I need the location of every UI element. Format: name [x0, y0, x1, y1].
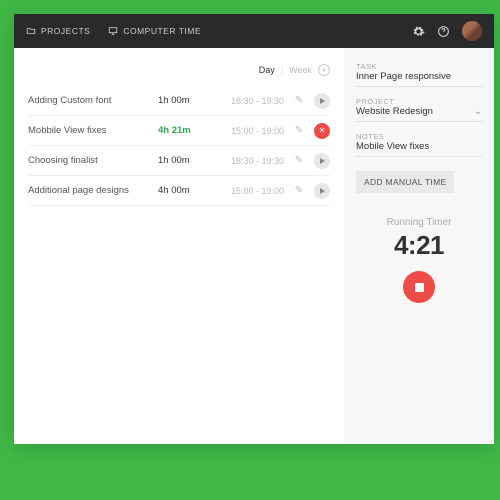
entries-list: Adding Custom font 1h 00m 18:30 - 19:30 …	[28, 86, 330, 206]
notes-group: NOTES Mobile View fixes	[356, 132, 482, 157]
folder-icon	[26, 26, 36, 36]
running-timer-label: Running Timer	[356, 217, 482, 228]
nav-projects[interactable]: PROJECTS	[26, 26, 90, 36]
entry-duration: 4h 00m	[158, 185, 206, 196]
side-panel: TASK Inner Page responsive PROJECT Websi…	[344, 48, 494, 444]
entry-range: 15:00 - 19:00	[214, 186, 284, 196]
pencil-icon[interactable]: ✎	[292, 95, 306, 106]
period-switch: Day | Week +	[28, 64, 330, 76]
app-window: PROJECTS COMPUTER TIME Day |	[14, 14, 494, 444]
entry-range: 18:30 - 19:30	[214, 156, 284, 166]
task-field[interactable]: Inner Page responsive	[356, 71, 482, 87]
pencil-icon[interactable]: ✎	[292, 185, 306, 196]
entry-range: 15:00 - 19:00	[214, 126, 284, 136]
play-button[interactable]	[314, 93, 330, 109]
topbar-nav: PROJECTS COMPUTER TIME	[26, 26, 201, 36]
main-panel: Day | Week + Adding Custom font 1h 00m 1…	[14, 48, 344, 444]
topbar-right	[412, 21, 482, 41]
table-row: Choosing finalist 1h 00m 18:30 - 19:30 ✎	[28, 146, 330, 176]
add-manual-time-button[interactable]: ADD MANUAL TIME	[356, 171, 454, 193]
topbar: PROJECTS COMPUTER TIME	[14, 14, 494, 48]
pencil-icon[interactable]: ✎	[292, 155, 306, 166]
monitor-icon	[108, 26, 118, 36]
notes-label: NOTES	[356, 132, 482, 141]
entry-name: Additional page designs	[28, 185, 150, 196]
notes-field[interactable]: Mobile View fixes	[356, 141, 482, 157]
project-group: PROJECT Website Redesign ⌄	[356, 97, 482, 122]
entry-name: Mobbile View fixes	[28, 125, 150, 136]
entry-duration: 4h 21m	[158, 125, 206, 136]
play-button[interactable]	[314, 153, 330, 169]
table-row: Additional page designs 4h 00m 15:00 - 1…	[28, 176, 330, 206]
nav-computer-time-label: COMPUTER TIME	[123, 26, 201, 36]
entry-duration: 1h 00m	[158, 155, 206, 166]
pencil-icon[interactable]: ✎	[292, 125, 306, 136]
running-timer-value: 4:21	[356, 230, 482, 261]
entry-duration: 1h 00m	[158, 95, 206, 106]
task-label: TASK	[356, 62, 482, 71]
period-day[interactable]: Day	[259, 65, 275, 75]
project-select[interactable]: Website Redesign ⌄	[356, 106, 482, 122]
nav-computer-time[interactable]: COMPUTER TIME	[108, 26, 201, 36]
nav-projects-label: PROJECTS	[41, 26, 90, 36]
entry-name: Adding Custom font	[28, 95, 150, 106]
stop-entry-button[interactable]	[314, 123, 330, 139]
body: Day | Week + Adding Custom font 1h 00m 1…	[14, 48, 494, 444]
period-separator: |	[281, 65, 283, 75]
entry-name: Choosing finalist	[28, 155, 150, 166]
task-group: TASK Inner Page responsive	[356, 62, 482, 87]
table-row: Adding Custom font 1h 00m 18:30 - 19:30 …	[28, 86, 330, 116]
project-value: Website Redesign	[356, 106, 433, 117]
help-icon[interactable]	[437, 25, 450, 38]
table-row: Mobbile View fixes 4h 21m 15:00 - 19:00 …	[28, 116, 330, 146]
entry-range: 18:30 - 19:30	[214, 96, 284, 106]
stop-timer-button[interactable]	[403, 271, 435, 303]
add-entry-icon[interactable]: +	[318, 64, 330, 76]
gear-icon[interactable]	[412, 25, 425, 38]
project-label: PROJECT	[356, 97, 482, 106]
timer-box: Running Timer 4:21	[356, 217, 482, 303]
play-button[interactable]	[314, 183, 330, 199]
chevron-down-icon: ⌄	[474, 106, 482, 117]
avatar[interactable]	[462, 21, 482, 41]
period-week[interactable]: Week	[289, 65, 312, 75]
